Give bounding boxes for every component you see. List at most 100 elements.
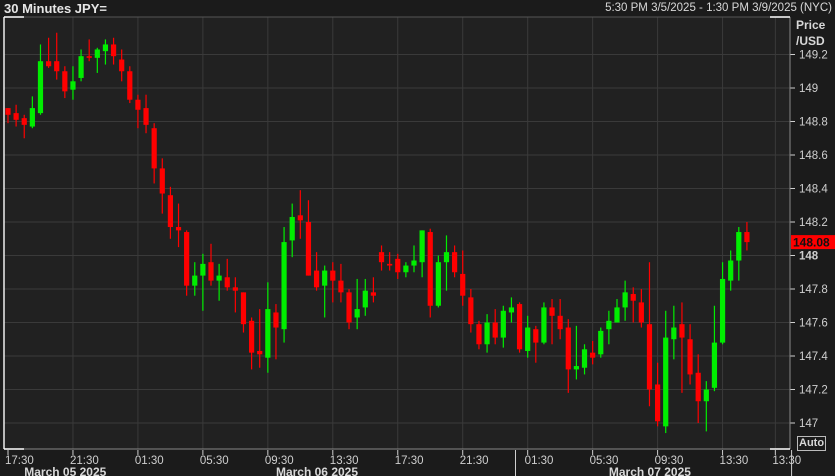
candle-body-down bbox=[452, 252, 458, 273]
candle-body-up bbox=[200, 263, 206, 276]
candle-body-up bbox=[598, 330, 604, 355]
x-tick-label: 13:30 bbox=[720, 455, 749, 467]
candle-body-up bbox=[435, 262, 441, 306]
candle-body-down bbox=[46, 61, 52, 67]
candle-body-up bbox=[289, 216, 295, 241]
candle-body-down bbox=[110, 44, 117, 57]
candle-body-down bbox=[338, 280, 344, 293]
candle-body-down bbox=[257, 350, 263, 355]
y-tick-label: 147 bbox=[799, 418, 818, 430]
candle-body-down bbox=[549, 307, 555, 316]
candle-body-up bbox=[403, 265, 409, 273]
x-tick-label: 01:30 bbox=[135, 455, 164, 467]
candle-body-down bbox=[655, 384, 661, 422]
candle-body-up bbox=[663, 337, 669, 427]
candle-body-down bbox=[427, 232, 433, 306]
candle-body-up bbox=[484, 322, 490, 345]
candle-body-up bbox=[614, 307, 620, 323]
candle-body-down bbox=[240, 292, 247, 325]
candle-body-up bbox=[362, 290, 368, 308]
candle-body-down bbox=[533, 329, 539, 343]
candle-body-up bbox=[37, 61, 44, 114]
candle-body-down bbox=[557, 315, 563, 330]
candle-body-down bbox=[62, 71, 68, 92]
candle-body-down bbox=[590, 352, 596, 358]
candlestick-chart[interactable]: 149.2 149 148.8 148.6 148.4 148.2 148 147.8 147.… bbox=[0, 0, 835, 476]
candle-body-up bbox=[29, 108, 35, 127]
candle-body-up bbox=[443, 252, 450, 263]
candle-body-down bbox=[297, 215, 303, 221]
candle-body-down bbox=[330, 270, 336, 281]
y-tick-label: 148.6 bbox=[799, 150, 828, 162]
x-tick-label: 05:30 bbox=[200, 455, 229, 467]
candle-body-down bbox=[638, 302, 644, 323]
candle-body-up bbox=[419, 230, 425, 263]
candle-body-down bbox=[5, 108, 11, 115]
candle-body-up bbox=[728, 260, 734, 281]
candle-body-up bbox=[711, 342, 718, 388]
x-tick-label: 17:30 bbox=[395, 455, 424, 467]
y-tick-label: 148.4 bbox=[799, 184, 828, 196]
candle-body-down bbox=[695, 372, 701, 402]
date-label: March 07 2025 bbox=[609, 465, 691, 476]
candle-body-up bbox=[322, 270, 328, 286]
candle-body-down bbox=[468, 297, 474, 325]
candle-body-up bbox=[78, 56, 84, 78]
y-tick-label: 148.8 bbox=[799, 117, 828, 129]
candle-body-up bbox=[411, 260, 417, 266]
candle-body-up bbox=[671, 327, 677, 340]
candle-body-up bbox=[70, 81, 76, 90]
candle-body-down bbox=[460, 273, 466, 296]
candle-body-down bbox=[744, 232, 750, 243]
candle-body-down bbox=[687, 339, 693, 375]
candle-body-up bbox=[581, 349, 588, 368]
candle-body-up bbox=[606, 320, 612, 330]
candle-body-down bbox=[135, 99, 141, 110]
candle-body-up bbox=[622, 292, 628, 308]
candle-body-up bbox=[703, 389, 709, 402]
date-label: March 06 2025 bbox=[276, 465, 358, 476]
candle-body-down bbox=[127, 71, 133, 100]
candle-body-up bbox=[265, 309, 271, 358]
candle-body-up bbox=[102, 44, 109, 52]
y-tick-label: 147.4 bbox=[799, 351, 828, 363]
candle-body-down bbox=[184, 232, 190, 286]
y-tick-label: 147.8 bbox=[799, 284, 828, 296]
candle-body-down bbox=[232, 287, 238, 291]
candle-body-down bbox=[86, 56, 92, 58]
candle-body-down bbox=[143, 108, 149, 125]
y-tick-label: 149.2 bbox=[799, 50, 828, 62]
candle-body-down bbox=[208, 262, 214, 281]
candle-body-down bbox=[492, 322, 498, 338]
candle-body-up bbox=[736, 232, 742, 261]
candle-body-down bbox=[516, 304, 523, 350]
candle-body-up bbox=[94, 49, 100, 58]
date-label: March 05 2025 bbox=[24, 465, 106, 476]
candle-body-down bbox=[305, 222, 312, 276]
candle-body-up bbox=[719, 278, 726, 343]
x-tick-label: 13:30 bbox=[772, 455, 801, 467]
candle-body-down bbox=[273, 312, 279, 328]
candle-body-up bbox=[281, 242, 287, 330]
x-tick-label: 01:30 bbox=[525, 455, 554, 467]
candle-body-up bbox=[573, 366, 579, 370]
candle-body-up bbox=[354, 309, 360, 318]
y-tick-label: 147.6 bbox=[799, 318, 828, 330]
candle-body-down bbox=[387, 263, 393, 266]
x-tick-label: 21:30 bbox=[460, 455, 489, 467]
candle-body-down bbox=[167, 195, 173, 228]
candle-body-down bbox=[249, 320, 255, 353]
y-tick-label: 148.2 bbox=[799, 217, 828, 229]
candle-body-up bbox=[508, 307, 515, 313]
candle-body-up bbox=[192, 275, 198, 286]
last-price-label: 148.08 bbox=[793, 236, 830, 250]
candle-body-down bbox=[21, 118, 27, 125]
candle-body-down bbox=[175, 227, 182, 231]
candle-body-up bbox=[500, 310, 506, 338]
candle-body-down bbox=[119, 59, 125, 72]
candle-body-down bbox=[679, 324, 685, 338]
candle-body-down bbox=[565, 327, 571, 370]
candle-body-up bbox=[216, 275, 222, 281]
candle-body-down bbox=[630, 294, 636, 301]
candle-body-up bbox=[541, 307, 547, 343]
